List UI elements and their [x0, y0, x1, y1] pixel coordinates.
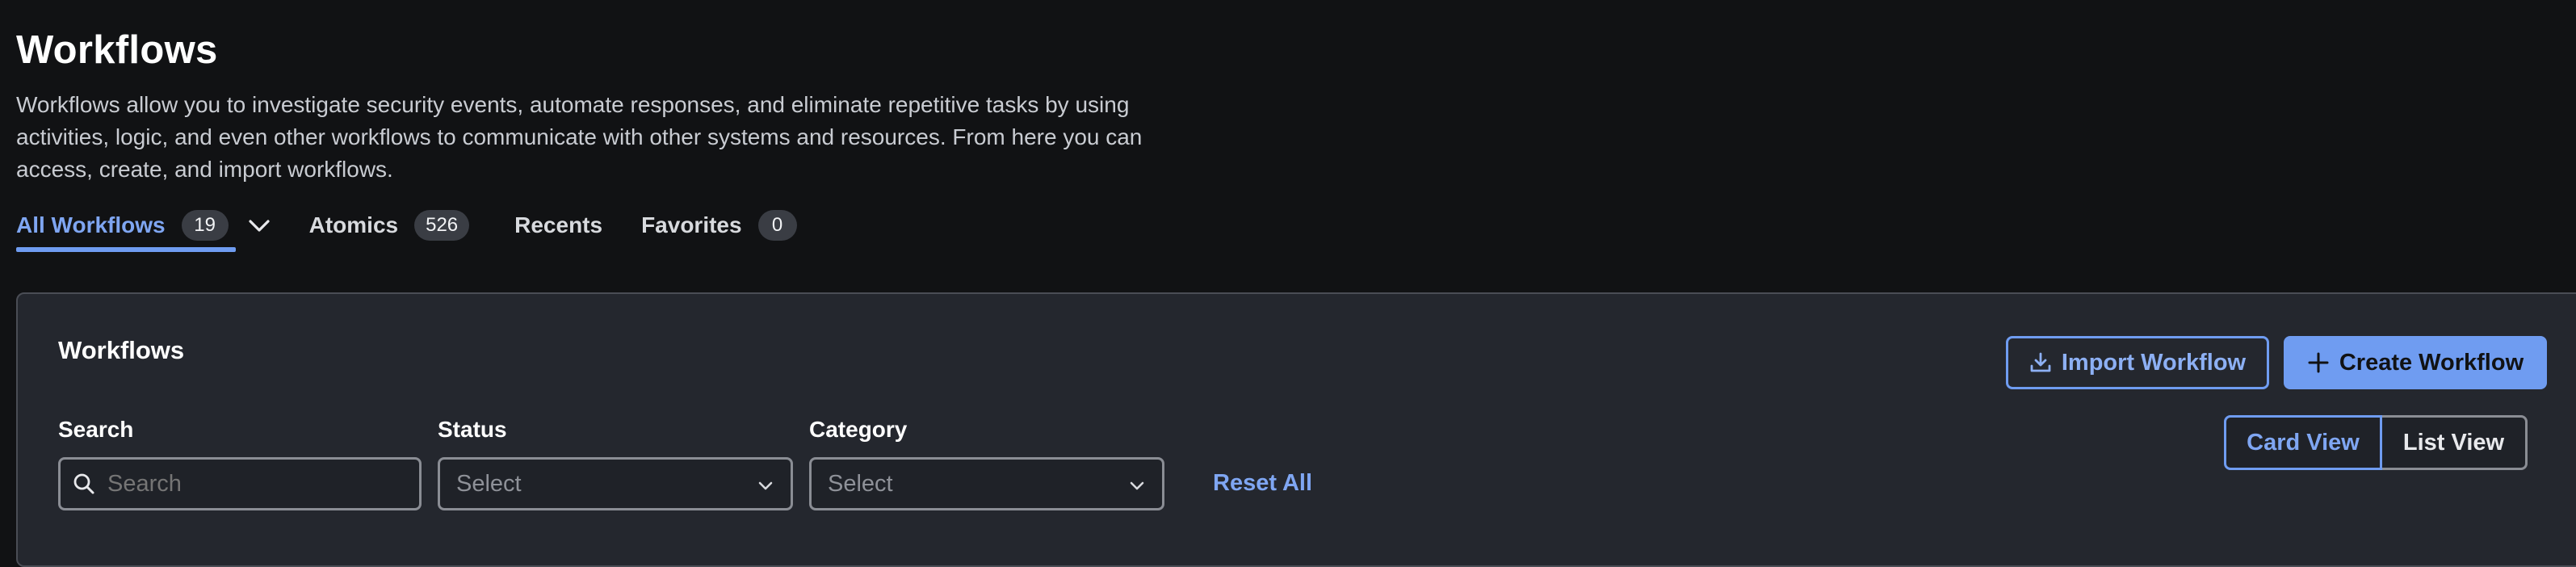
tab-label: Favorites [641, 212, 742, 237]
page-title: Workflows [16, 28, 218, 72]
card-view-button[interactable]: Card View [2224, 415, 2382, 470]
status-label: Status [438, 417, 507, 442]
chevron-down-icon [755, 475, 776, 496]
search-field[interactable] [58, 457, 422, 510]
status-select-value: Select [456, 470, 522, 497]
category-select-value: Select [828, 470, 893, 497]
search-input[interactable] [106, 469, 408, 498]
plus-icon [2307, 351, 2330, 374]
panel-title: Workflows [58, 336, 185, 364]
import-workflow-button[interactable]: Import Workflow [2006, 336, 2269, 389]
search-label: Search [58, 417, 134, 442]
tab-label: All Workflows [16, 212, 166, 237]
page-description: Workflows allow you to investigate secur… [16, 92, 1143, 182]
chevron-down-icon [1126, 475, 1147, 496]
tab-favorites[interactable]: Favorites 0 [641, 199, 797, 252]
count-badge: 19 [181, 210, 229, 241]
search-icon [72, 472, 96, 496]
import-workflow-label: Import Workflow [2061, 349, 2247, 376]
tab-all-workflows[interactable]: All Workflows 19 [16, 199, 272, 252]
workflows-panel: Workflows Import Workflow Create Workflo… [16, 292, 2576, 567]
workflow-tabs: All Workflows 19 Atomics 526 Recents Fav… [16, 199, 797, 252]
create-workflow-button[interactable]: Create Workflow [2284, 336, 2547, 389]
count-badge: 0 [757, 210, 797, 241]
chevron-down-icon[interactable] [246, 212, 272, 238]
create-workflow-label: Create Workflow [2339, 349, 2524, 376]
tab-atomics[interactable]: Atomics 526 [309, 199, 470, 252]
view-toggle: Card View List View [2224, 415, 2528, 470]
tab-recents[interactable]: Recents [514, 199, 602, 252]
tab-label: Recents [514, 212, 603, 237]
count-badge: 526 [414, 210, 470, 241]
download-icon [2029, 351, 2052, 374]
category-label: Category [809, 417, 908, 442]
tab-label: Atomics [308, 212, 399, 237]
status-select[interactable]: Select [438, 457, 793, 510]
list-view-button[interactable]: List View [2382, 415, 2528, 470]
category-select[interactable]: Select [809, 457, 1164, 510]
reset-all-link[interactable]: Reset All [1213, 470, 1312, 497]
